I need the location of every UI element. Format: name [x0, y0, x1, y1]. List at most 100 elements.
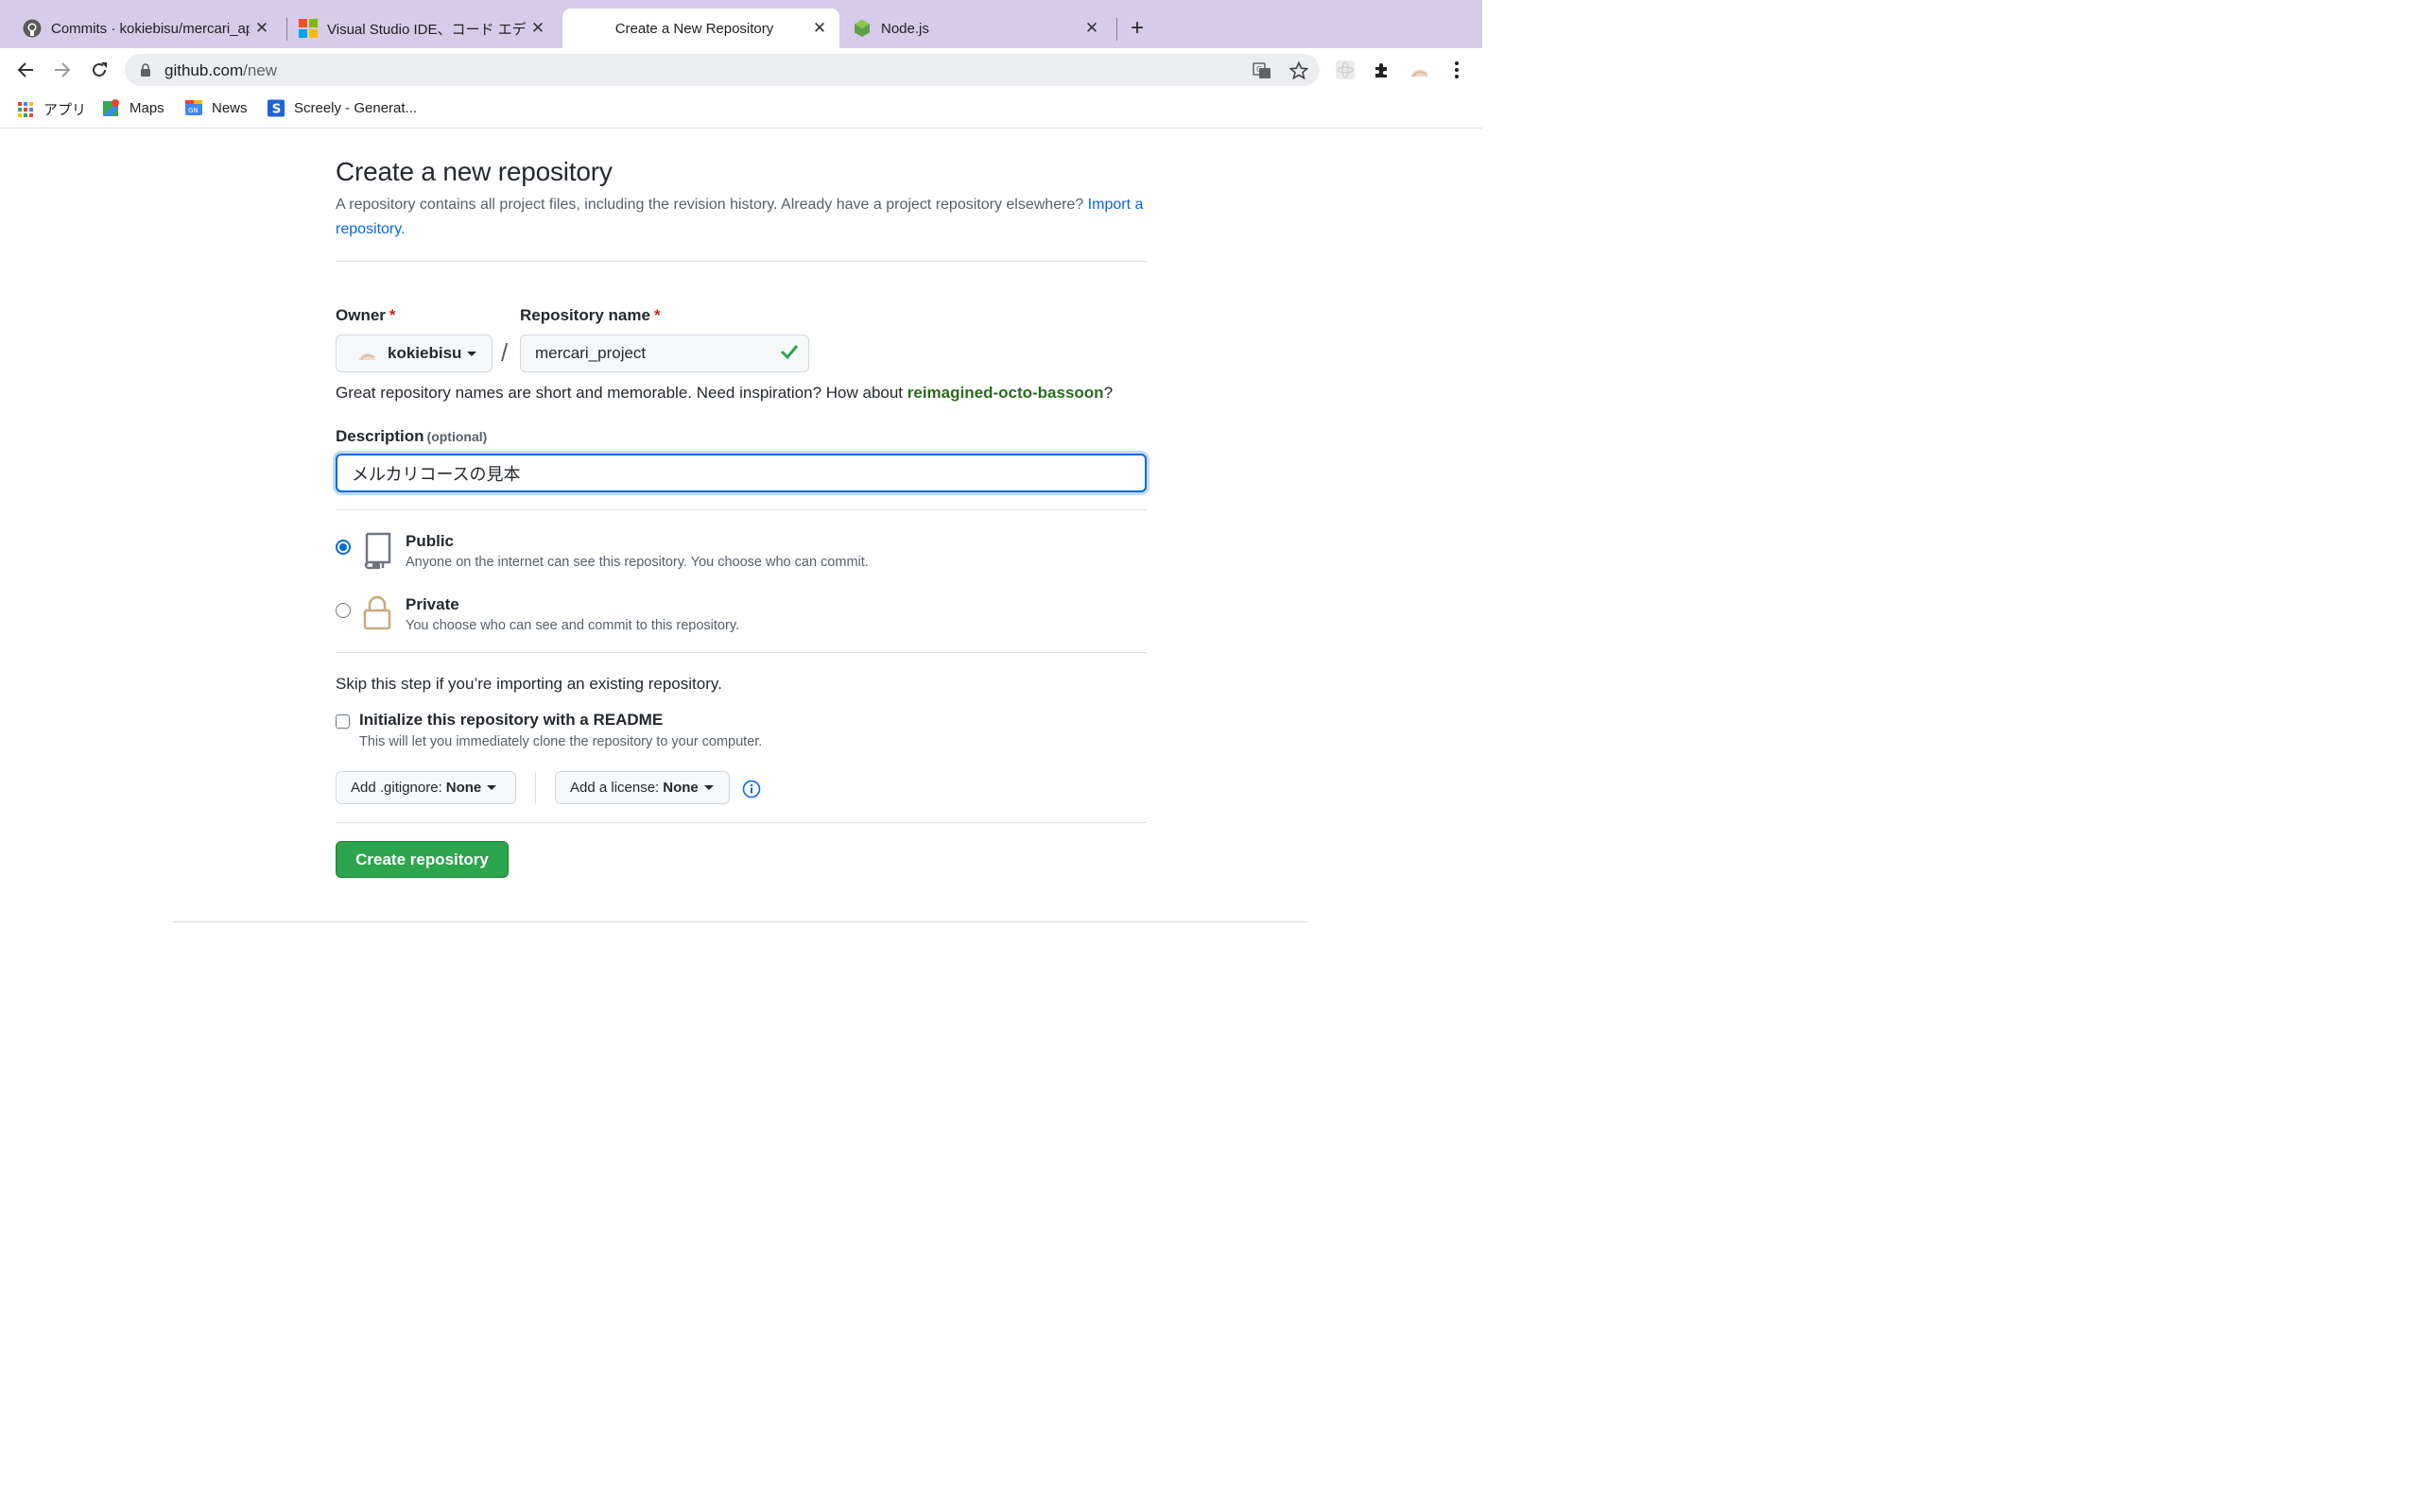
license-dropdown[interactable]: Add a license: None	[555, 771, 730, 804]
page-title: Create a new repository	[336, 157, 613, 186]
visibility-title: Private	[406, 595, 459, 613]
optional-tag: (optional)	[426, 429, 488, 444]
svg-text:GN: GN	[188, 107, 199, 114]
back-button[interactable]	[13, 58, 38, 82]
hint-text: Great repository names are short and mem…	[336, 384, 904, 402]
gitignore-value: None	[445, 780, 482, 796]
nodejs-icon	[853, 19, 872, 38]
bookmark-news[interactable]: GN News	[185, 99, 248, 116]
readme-checkbox[interactable]	[336, 714, 350, 729]
valid-check-icon	[780, 344, 799, 364]
bookmark-apps[interactable]: アプリ	[17, 99, 86, 119]
bookmark-label: Screely - Generat...	[294, 99, 418, 116]
readme-desc: This will let you immediately clone the …	[359, 734, 763, 749]
bookmark-maps[interactable]: Maps	[103, 99, 164, 116]
tab-title: Commits · kokiebisu/mercari_app	[51, 20, 250, 37]
tab-nodejs[interactable]: Node.js ✕	[830, 9, 1112, 48]
info-icon[interactable]	[742, 780, 761, 803]
url-text: github.com/new	[164, 61, 277, 80]
owner-dropdown[interactable]: kokiebisu	[336, 335, 493, 372]
translate-icon[interactable]: G	[1253, 61, 1271, 80]
browser-toolbar: github.com/new G	[0, 48, 1482, 91]
extensions-puzzle-icon[interactable]	[1372, 60, 1392, 80]
maps-icon	[103, 99, 120, 116]
bookmark-label: Maps	[130, 99, 164, 116]
bookmark-star-icon[interactable]	[1289, 61, 1308, 80]
browser-menu-icon[interactable]	[1446, 60, 1467, 80]
tab-title: Node.js	[881, 20, 929, 37]
name-suggestion-hint: Great repository names are short and mem…	[336, 384, 1113, 403]
suggested-name-link[interactable]: reimagined-octo-bassoon	[908, 384, 1104, 402]
create-repository-button[interactable]: Create repository	[336, 841, 509, 878]
required-mark: *	[389, 306, 396, 324]
owner-label: Owner *	[336, 306, 396, 325]
chevron-down-icon	[467, 351, 477, 356]
forward-arrow-icon	[55, 62, 71, 77]
tab-visual-studio[interactable]: Visual Studio IDE、コード エディター ✕	[276, 9, 558, 48]
apps-grid-icon	[17, 101, 34, 118]
visibility-desc: You choose who can see and commit to thi…	[406, 618, 740, 633]
close-tab-icon[interactable]: ✕	[526, 19, 550, 38]
new-tab-button[interactable]: +	[1131, 17, 1144, 40]
microsoft-icon	[299, 19, 318, 38]
reload-icon	[93, 62, 107, 77]
lock-icon	[362, 595, 392, 633]
readme-title[interactable]: Initialize this repository with a README	[359, 711, 663, 730]
public-radio[interactable]	[336, 540, 351, 555]
divider	[336, 652, 1147, 653]
news-icon: GN	[185, 99, 202, 116]
private-radio[interactable]	[336, 603, 351, 618]
close-tab-icon[interactable]: ✕	[1080, 19, 1104, 38]
license-value: None	[663, 780, 699, 796]
visibility-private-option[interactable]: Private You choose who can see and commi…	[336, 595, 1147, 643]
tab-create-repository[interactable]: Create a New Repository ✕	[562, 9, 839, 48]
description-label-text: Description	[336, 427, 424, 445]
visibility-public-option[interactable]: Public Anyone on the internet can see th…	[336, 532, 1147, 579]
close-tab-icon[interactable]: ✕	[250, 19, 274, 38]
subtitle-text: A repository contains all project files,…	[336, 197, 1084, 213]
hint-suffix: ?	[1103, 384, 1114, 402]
svg-text:G: G	[1256, 65, 1262, 74]
address-bar[interactable]: github.com/new G	[125, 54, 1320, 86]
repository-name-input[interactable]	[520, 335, 809, 372]
tab-title: Create a New Repository	[614, 20, 774, 37]
reload-button[interactable]	[87, 58, 112, 82]
description-label: Description (optional)	[336, 427, 487, 446]
visibility-title: Public	[406, 532, 455, 550]
page-subtitle: A repository contains all project files,…	[336, 193, 1147, 242]
chevron-down-icon	[703, 785, 714, 790]
forward-button[interactable]	[50, 58, 75, 82]
tab-commits[interactable]: Commits · kokiebisu/mercari_app ✕	[0, 9, 282, 48]
extension-react-icon[interactable]	[1335, 60, 1356, 80]
skip-step-text: Skip this step if you’re importing an ex…	[336, 675, 722, 693]
close-tab-icon[interactable]: ✕	[807, 19, 832, 38]
screely-icon: S	[268, 99, 285, 116]
dropdown-separator	[535, 771, 536, 804]
gitignore-dropdown[interactable]: Add .gitignore: None	[336, 771, 516, 804]
footer-divider	[173, 921, 1307, 922]
chevron-down-icon	[487, 785, 497, 790]
url-path: /new	[243, 61, 278, 79]
back-arrow-icon	[17, 62, 33, 77]
profile-avatar-icon[interactable]	[1409, 60, 1429, 80]
tab-title: Visual Studio IDE、コード エディター	[327, 21, 526, 38]
svg-text:S: S	[272, 102, 282, 116]
owner-label-text: Owner	[336, 306, 386, 324]
lock-icon[interactable]	[140, 63, 151, 81]
bookmarks-bar: アプリ Maps GN News S Screely - Generat...	[0, 91, 1482, 129]
bookmark-label: News	[212, 99, 248, 116]
license-label: Add a license:	[570, 780, 660, 796]
visibility-desc: Anyone on the internet can see this repo…	[406, 555, 869, 570]
repo-name-label: Repository name *	[520, 306, 661, 325]
browser-tab-bar: Commits · kokiebisu/mercari_app ✕ Visual…	[0, 0, 1482, 48]
github-icon	[23, 19, 42, 38]
divider	[336, 822, 1147, 823]
bookmark-label: アプリ	[43, 102, 87, 118]
repo-name-label-text: Repository name	[520, 306, 650, 324]
bookmark-screely[interactable]: S Screely - Generat...	[268, 99, 417, 116]
gitignore-label: Add .gitignore:	[351, 780, 442, 796]
divider	[336, 509, 1147, 510]
owner-repo-separator: /	[501, 338, 509, 367]
description-input[interactable]	[336, 454, 1147, 492]
url-host: github.com	[164, 61, 244, 79]
